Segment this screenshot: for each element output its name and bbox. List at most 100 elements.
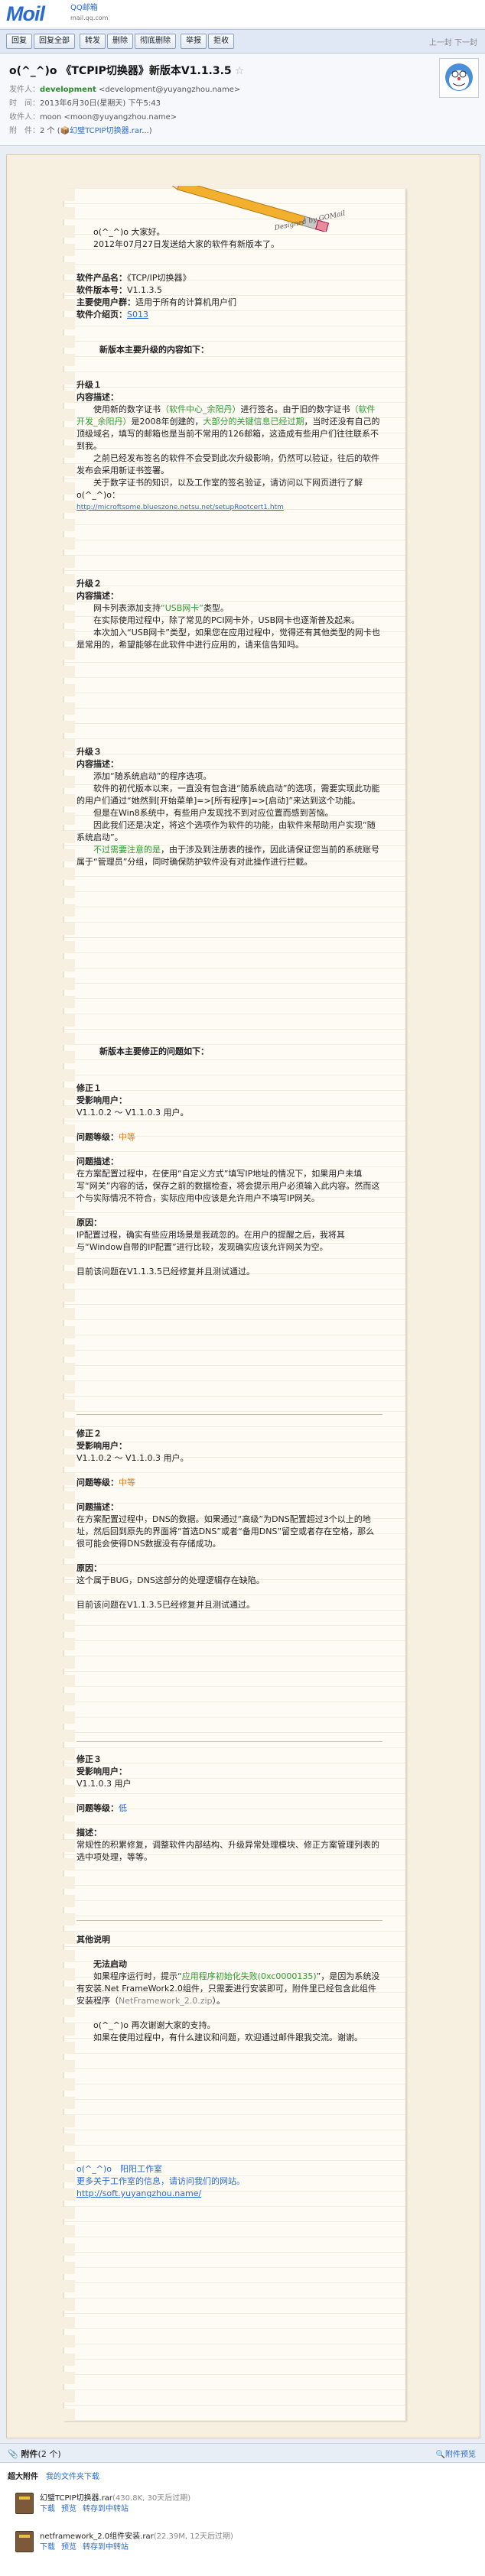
up2-p1c: 类型。 — [203, 603, 229, 613]
forward-button[interactable]: 转发 — [80, 34, 106, 49]
large-attachments-label: 超大附件 — [8, 2473, 38, 2481]
download-link[interactable]: 下载 — [40, 2505, 55, 2513]
reject-button[interactable]: 拒收 — [208, 34, 234, 49]
logo-text: Moil — [6, 2, 45, 25]
fix-2-cause-label: 原因： — [76, 1563, 102, 1573]
attachments-panel: 📎 附件(2 个) 🔍附件预览 超大附件 我的文件夹下载 幻璧TCPIP切换器.r… — [0, 2443, 485, 2576]
reply-button[interactable]: 回复 — [6, 34, 32, 49]
rar-file-icon — [15, 2493, 34, 2514]
save-to-transfer-link[interactable]: 转存到中转站 — [83, 2505, 129, 2513]
from-label: 发件人： — [9, 86, 40, 94]
download-link[interactable]: 下载 — [40, 2543, 55, 2552]
fix-2-level: 中等 — [119, 1478, 135, 1488]
fix-3-level: 低 — [119, 1803, 127, 1813]
upgrade-3-para-1: 添加“随系统启动”的程序选项。 — [93, 771, 212, 781]
cert-info-link[interactable]: http://microftsome.blueszone.netsu.net/s… — [76, 501, 382, 514]
attach-count: 2 个 ( — [40, 127, 60, 135]
save-to-transfer-link[interactable]: 转存到中转站 — [83, 2543, 129, 2552]
signature: o(^_^)o 阳阳工作室 更多关于工作室的信息，请访问我们的网站。 http:… — [76, 2163, 382, 2200]
from-name[interactable]: development — [40, 86, 96, 94]
reply-all-button[interactable]: 回复全部 — [34, 34, 75, 49]
attachment-name-line: 幻璧TCPIP切换器.rar(430.8K, 30天后过期) — [40, 2491, 190, 2503]
section-upgrades-title: 新版本主要升级的内容如下： — [99, 345, 209, 355]
product-line: 软件产品名：《TCP/IP切换器》 — [76, 272, 382, 284]
logo-subtitle: QQ邮箱 — [70, 4, 98, 12]
attach-label: 附 件： — [9, 127, 40, 135]
preview-link[interactable]: 预览 — [61, 2505, 76, 2513]
mail-subject: o(^_^)o 《TCPIP切换器》新版本V1.1.3.5 ☆ — [9, 63, 244, 78]
fix-2-cause: 这个属于BUG，DNS这部分的处理逻辑存在缺陷。 — [76, 1575, 265, 1585]
attachments-title: 📎 附件(2 个) — [8, 2449, 61, 2459]
other-p1e: ）。 — [212, 1996, 226, 2006]
fix-1-level-line: 问题等级：中等 — [76, 1131, 382, 1144]
upgrade-3-desc-label: 内容描述： — [76, 759, 119, 769]
attachment-item: netframework_2.0组件安装.rar(22.39M, 12天后过期)… — [15, 2529, 474, 2560]
upgrade-1-para-1: 使用新的数字证书（软件中心_余阳丹）进行签名。由于旧的数字证书（软件开发_余阳丹… — [76, 404, 382, 453]
divider — [76, 1414, 382, 1415]
delete-button[interactable]: 删除 — [107, 34, 133, 49]
signature-more: 更多关于工作室的信息，请访问我们的网站。 — [76, 2176, 245, 2186]
upgrade-3-para-4: 因此我们还是决定，将这个选项作为软件的功能，由软件来帮助用户实现“随系统启动”。 — [76, 820, 376, 842]
fix-1-level-label: 问题等级： — [76, 1132, 119, 1142]
mail-header: o(^_^)o 《TCPIP切换器》新版本V1.1.3.5 ☆ 发件人：devel… — [0, 54, 485, 146]
logo-domain: mail.qq.com — [70, 15, 109, 21]
fix-1-title: 修正１ — [76, 1083, 102, 1093]
upgrade-1: 升级１ 内容描述： 使用新的数字证书（软件中心_余阳丹）进行签名。由于旧的数字证… — [76, 379, 382, 514]
fix-3-title: 修正３ — [76, 1754, 102, 1764]
attachments-title-text: 附件 — [21, 2449, 38, 2459]
attachments-header: 📎 附件(2 个) 🔍附件预览 — [0, 2444, 485, 2463]
folder-download-link[interactable]: 我的文件夹下载 — [46, 2473, 99, 2481]
permanent-delete-button[interactable]: 彻底删除 — [135, 34, 176, 49]
up2-p1b: “USB网卡” — [161, 603, 203, 613]
subject-text: o(^_^)o 《TCPIP切换器》新版本V1.1.3.5 — [9, 65, 232, 77]
thanks-text: o(^_^)o 再次谢谢大家的支持。 — [93, 2020, 216, 2030]
fix-1-cause: IP配置过程，确实有些应用场景是我疏忽的。在用户的提醒之后，我将其与“Windo… — [76, 1230, 345, 1252]
attach-name[interactable]: 幻璧TCPIP切换器.rar — [70, 127, 142, 135]
fix-2-title: 修正２ — [76, 1429, 102, 1439]
up1-p1e: 是2008年创建的， — [131, 417, 203, 427]
fix-2-users-label: 受影响用户： — [76, 1441, 127, 1451]
divider — [76, 1741, 382, 1742]
attachments-preview-text[interactable]: 附件预览 — [445, 2451, 476, 2459]
attachment-actions: 下载 预览 转存到中转站 — [40, 2502, 135, 2513]
avatar-icon — [445, 63, 473, 91]
intro-page-line: 软件介绍页：S013 — [76, 309, 382, 321]
fix-2-level-label: 问题等级： — [76, 1478, 119, 1488]
time-label: 时 间： — [9, 99, 40, 108]
attachments-preview-link[interactable]: 🔍附件预览 — [436, 2448, 476, 2459]
pencil-icon: Designed by GOMail — [165, 186, 346, 232]
to-value[interactable]: moon <moon@yuyangzhou.name> — [40, 113, 177, 122]
fix-2-desc: 在方案配置过程中，DNS的数据。如果通过“高级”为DNS配置超过3个以上的地址，… — [76, 1514, 375, 1549]
attach-link[interactable]: 📦幻璧TCPIP切换器.rar — [60, 127, 142, 135]
prev-next-links[interactable]: 上一封 下一封 — [429, 36, 477, 47]
fix-1: 修正１ 受影响用户： V1.1.0.2 ～ V1.1.0.3 用户。 问题等级：… — [76, 1082, 382, 1278]
users-line: 主要使用户群：适用于所有的计算机用户们 — [76, 297, 382, 309]
fix-1-desc-label: 问题描述： — [76, 1157, 119, 1166]
preview-link[interactable]: 预览 — [61, 2543, 76, 2552]
app-logo[interactable]: Moil QQ邮箱 mail.qq.com — [6, 2, 108, 25]
other-p1a: 如果程序运行时，提示“ — [93, 1971, 182, 1981]
fix-1-desc: 在方案配置过程中，在使用“自定义方式”填写IP地址的情况下，如果用户未填写“网关… — [76, 1169, 380, 1203]
upgrade-1-title: 升级１ — [76, 380, 102, 390]
star-icon[interactable]: ☆ — [235, 65, 245, 77]
attachment-size: (22.39M, 12天后过期) — [153, 2532, 233, 2541]
divider — [76, 1920, 382, 1921]
fix-1-cause-label: 原因： — [76, 1218, 102, 1228]
upgrade-2-para-2: 在实际使用过程中，除了常见的PCI网卡外，USB网卡也逐渐普及起来。 — [93, 615, 360, 625]
fix-3-desc: 常规性的积累修复，调整软件内部结构、升级异常处理模块、修正方案管理列表的选中项处… — [76, 1840, 379, 1862]
fix-2: 修正２ 受影响用户： V1.1.0.2 ～ V1.1.0.3 用户。 问题等级：… — [76, 1428, 382, 1611]
intro-text: 2012年07月27日发送给大家的软件有新版本了。 — [93, 239, 279, 249]
letter-paper — [54, 189, 406, 2421]
fix-1-level: 中等 — [119, 1132, 135, 1142]
section-fixes-title: 新版本主要修正的问题如下： — [99, 1046, 209, 1056]
website-link[interactable]: http://soft.yuyangzhou.name/ — [76, 2188, 382, 2200]
fix-2-level-line: 问题等级：中等 — [76, 1477, 382, 1489]
users-value: 适用于所有的计算机用户们 — [135, 297, 236, 307]
fix-1-users-label: 受影响用户： — [76, 1095, 127, 1105]
report-button[interactable]: 举报 — [181, 34, 207, 49]
up1-p1c: 进行签名。由于旧的数字证书 — [240, 404, 350, 414]
intro-page-label: 软件介绍页： — [76, 310, 127, 320]
fix-1-status: 目前该问题在V1.1.3.5已经修复并且测试通过。 — [76, 1267, 256, 1277]
intro-page-link[interactable]: S013 — [127, 310, 148, 320]
other-title: 其他说明 — [76, 1935, 110, 1945]
